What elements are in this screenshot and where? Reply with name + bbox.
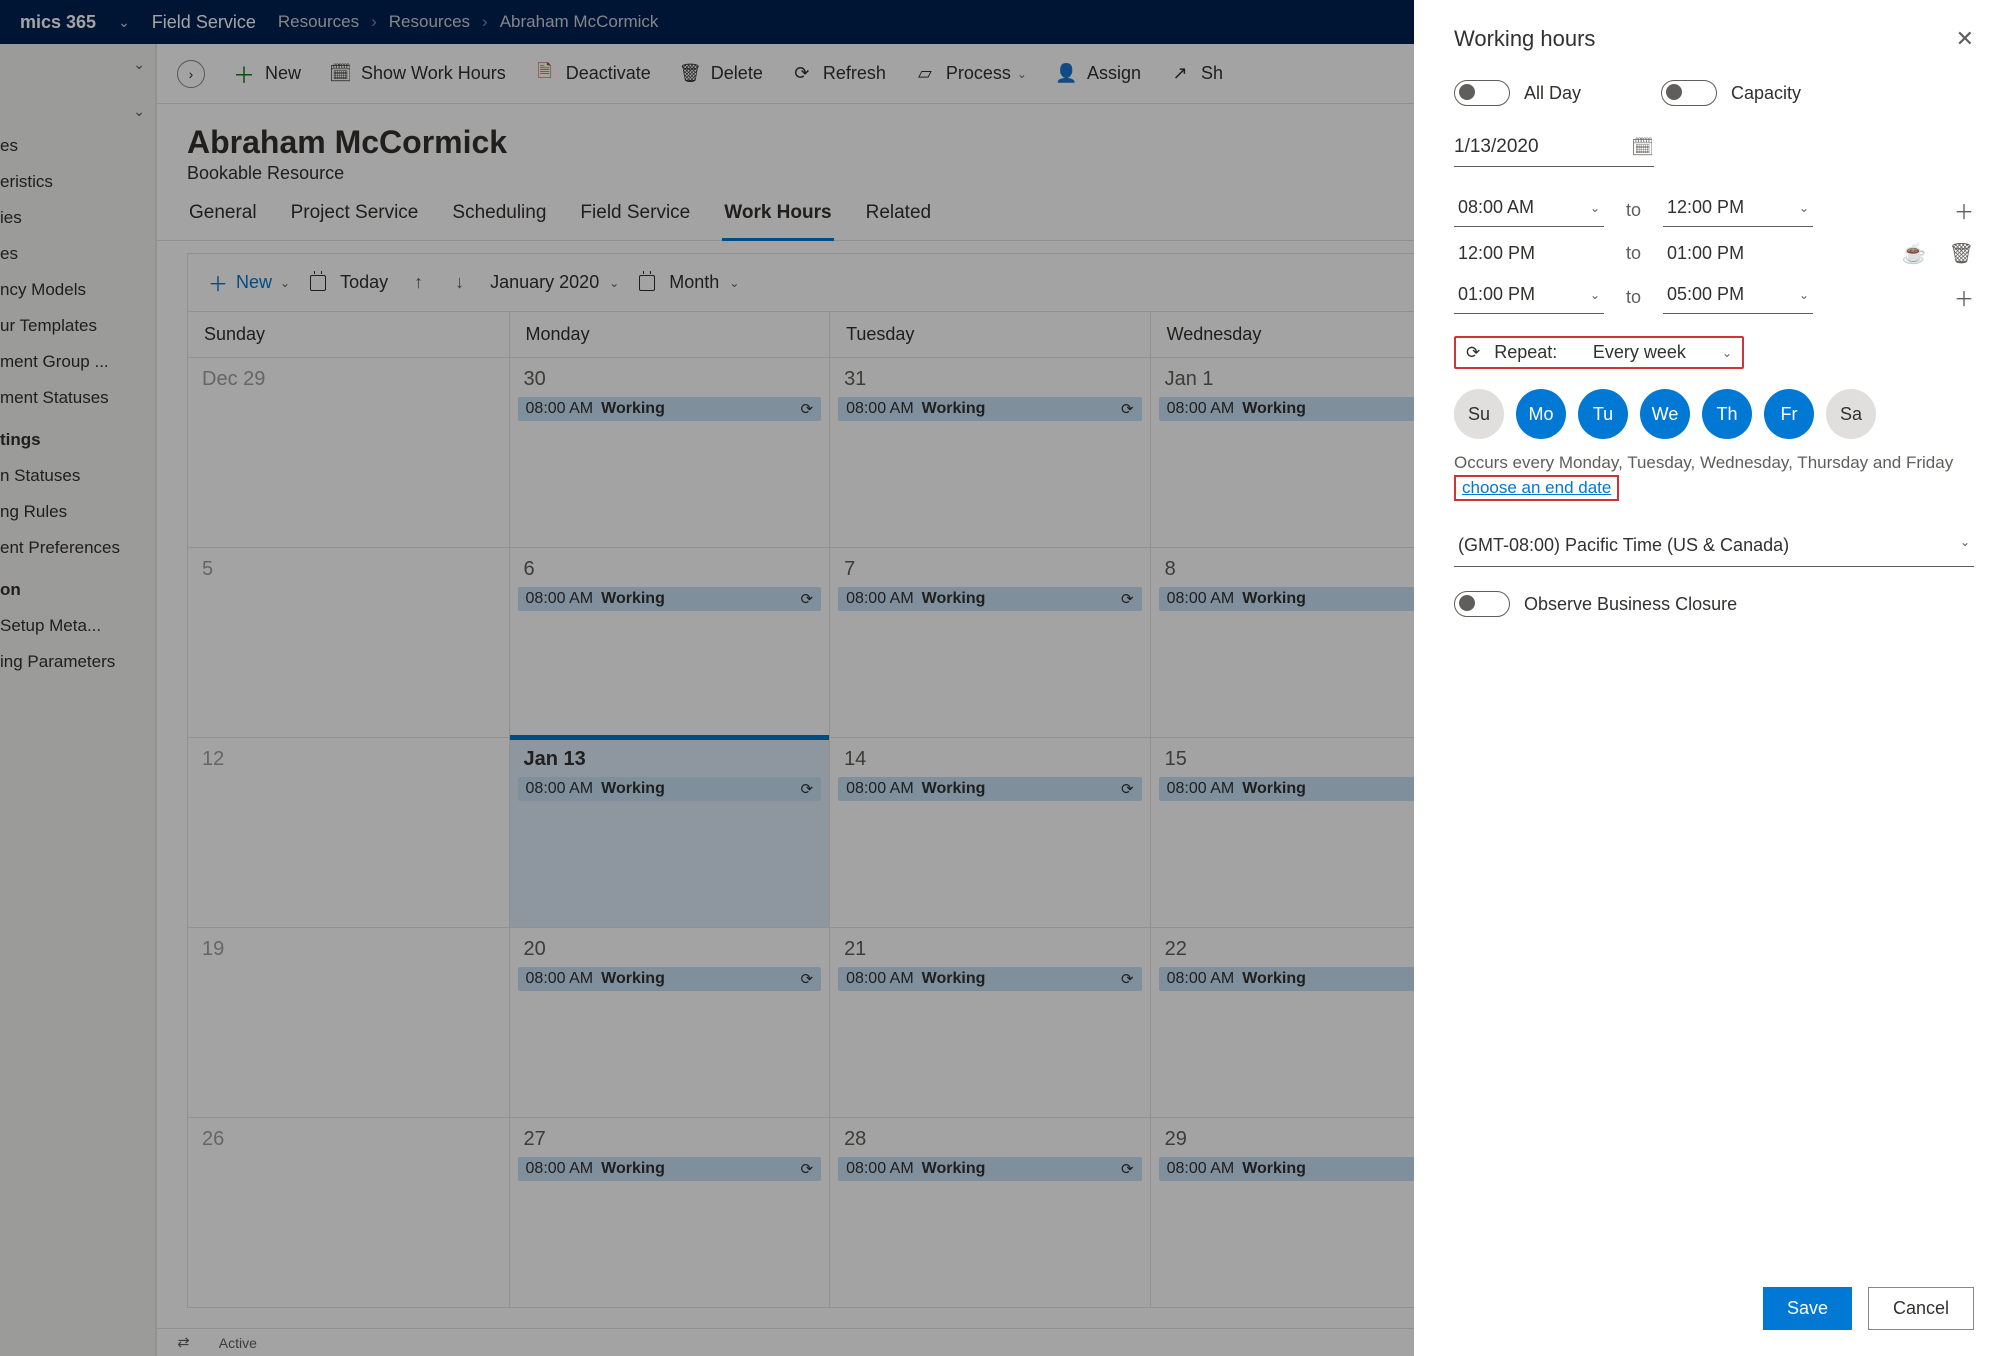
time-to-input[interactable]: 05:00 PM⌄ <box>1663 280 1813 314</box>
to-label: to <box>1626 200 1641 221</box>
add-slot-icon[interactable]: ＋ <box>1954 283 1974 312</box>
toggle-switch[interactable] <box>1454 591 1510 617</box>
recurrence-description: Occurs every Monday, Tuesday, Wednesday,… <box>1454 453 1974 473</box>
days-of-week: SuMoTuWeThFrSa <box>1454 389 1974 439</box>
day-toggle-mo[interactable]: Mo <box>1516 389 1566 439</box>
row-actions: ＋ <box>1954 283 1974 312</box>
time-from-input[interactable]: 08:00 AM⌄ <box>1454 193 1604 227</box>
chevron-down-icon: ⌄ <box>1799 288 1809 302</box>
observe-closure-toggle[interactable]: Observe Business Closure <box>1454 591 1974 617</box>
repeat-value: Every week <box>1593 342 1686 363</box>
toggle-label: Observe Business Closure <box>1524 594 1737 615</box>
to-label: to <box>1626 287 1641 308</box>
chevron-down-icon: ⌄ <box>1722 346 1732 360</box>
toggle-switch[interactable] <box>1661 80 1717 106</box>
timezone-select[interactable]: (GMT-08:00) Pacific Time (US & Canada) ⌄ <box>1454 529 1974 567</box>
day-toggle-tu[interactable]: Tu <box>1578 389 1628 439</box>
day-toggle-fr[interactable]: Fr <box>1764 389 1814 439</box>
day-toggle-we[interactable]: We <box>1640 389 1690 439</box>
break-icon[interactable]: ☕ <box>1902 241 1927 266</box>
chevron-down-icon: ⌄ <box>1799 201 1809 215</box>
choose-end-date-link[interactable]: choose an end date <box>1454 475 1619 501</box>
cancel-button[interactable]: Cancel <box>1868 1287 1974 1330</box>
date-value: 1/13/2020 <box>1454 136 1539 158</box>
time-slot-row: 01:00 PM⌄ to 05:00 PM⌄ ＋ <box>1454 280 1974 314</box>
day-toggle-sa[interactable]: Sa <box>1826 389 1876 439</box>
row-actions: ＋ <box>1954 196 1974 225</box>
time-to-input[interactable]: 12:00 PM⌄ <box>1663 193 1813 227</box>
toggle-label: All Day <box>1524 83 1581 104</box>
delete-slot-icon[interactable]: 🗑 <box>1949 241 1974 266</box>
chevron-down-icon: ⌄ <box>1960 535 1970 556</box>
toggle-label: Capacity <box>1731 83 1801 104</box>
add-slot-icon[interactable]: ＋ <box>1954 196 1974 225</box>
working-hours-panel: ✕ Working hours All Day Capacity 1/13/20… <box>1414 0 2014 1356</box>
time-slot-row: 12:00 PMto01:00 PM☕🗑 <box>1454 239 1974 268</box>
calendar-icon[interactable]: 🗓 <box>1631 137 1654 158</box>
repeat-selector[interactable]: ⟳ Repeat: Every week ⌄ <box>1454 336 1744 369</box>
all-day-toggle[interactable]: All Day <box>1454 80 1581 106</box>
repeat-label: Repeat: <box>1494 342 1557 363</box>
time-to-input[interactable]: 01:00 PM <box>1663 239 1813 268</box>
toggle-switch[interactable] <box>1454 80 1510 106</box>
panel-title: Working hours <box>1454 26 1974 52</box>
chevron-down-icon: ⌄ <box>1590 201 1600 215</box>
save-button[interactable]: Save <box>1763 1287 1852 1330</box>
close-icon[interactable]: ✕ <box>1956 26 1974 52</box>
time-from-input[interactable]: 12:00 PM <box>1454 239 1604 268</box>
to-label: to <box>1626 243 1641 264</box>
day-toggle-th[interactable]: Th <box>1702 389 1752 439</box>
time-from-input[interactable]: 01:00 PM⌄ <box>1454 280 1604 314</box>
chevron-down-icon: ⌄ <box>1590 288 1600 302</box>
timezone-value: (GMT-08:00) Pacific Time (US & Canada) <box>1458 535 1789 556</box>
time-slot-row: 08:00 AM⌄ to 12:00 PM⌄ ＋ <box>1454 193 1974 227</box>
day-toggle-su[interactable]: Su <box>1454 389 1504 439</box>
repeat-icon: ⟳ <box>1466 343 1480 363</box>
row-actions: ☕🗑 <box>1902 241 1974 266</box>
capacity-toggle[interactable]: Capacity <box>1661 80 1801 106</box>
date-input[interactable]: 1/13/2020 🗓 <box>1454 132 1654 167</box>
